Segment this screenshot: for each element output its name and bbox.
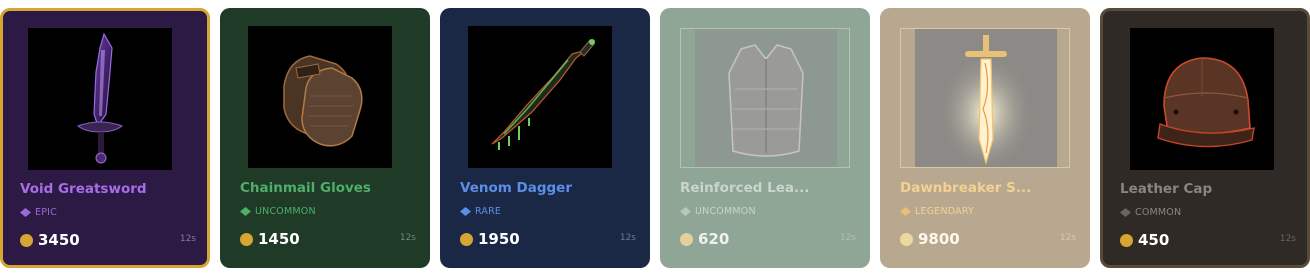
timer: 12s: [1059, 233, 1076, 243]
holy-sword-icon: [915, 29, 1057, 167]
rarity-label: UNCOMMON: [255, 206, 316, 217]
cap-icon: [1157, 57, 1255, 148]
price-value: 1950: [478, 230, 520, 248]
item-name: Reinforced Lea...: [680, 180, 810, 196]
rarity-label: COMMON: [1135, 207, 1182, 218]
item-name: Venom Dagger: [460, 180, 572, 196]
item-name: Dawnbreaker S...: [900, 180, 1032, 196]
vest-icon: [695, 29, 837, 167]
item-card-chainmail-gloves[interactable]: Chainmail Gloves UNCOMMON 1450 12s: [220, 8, 430, 268]
item-price: 1950: [460, 230, 520, 248]
item-price: 3450: [20, 231, 80, 249]
coin-icon: [460, 232, 473, 246]
greatsword-icon: [76, 32, 124, 164]
timer: 12s: [399, 233, 416, 243]
price-value: 450: [1138, 231, 1170, 249]
rarity-gem-icon: [1120, 208, 1131, 217]
rarity-gem-icon: [20, 208, 31, 217]
item-image: [900, 28, 1070, 168]
item-image: [1130, 28, 1274, 170]
timer: 12s: [179, 234, 196, 244]
item-name: Chainmail Gloves: [240, 180, 371, 196]
item-name: Void Greatsword: [20, 181, 147, 197]
rarity-gem-icon: [900, 207, 911, 216]
item-price: 9800: [900, 230, 960, 248]
timer: 12s: [839, 233, 856, 243]
price-value: 620: [698, 230, 730, 248]
coin-icon: [680, 232, 693, 246]
item-card-void-greatsword[interactable]: Void Greatsword EPIC 3450 12s: [0, 8, 210, 268]
gloves-icon: [283, 55, 363, 147]
price-value: 1450: [258, 230, 300, 248]
rarity-gem-icon: [240, 207, 251, 216]
item-card-reinforced-leather[interactable]: Reinforced Lea... UNCOMMON 620 12s: [660, 8, 870, 268]
rarity-badge: COMMON: [1120, 207, 1181, 218]
item-image: [28, 28, 172, 170]
coin-icon: [1120, 233, 1133, 247]
rarity-label: EPIC: [35, 207, 57, 218]
rarity-gem-icon: [680, 207, 691, 216]
price-value: 9800: [918, 230, 960, 248]
item-name: Leather Cap: [1120, 181, 1213, 197]
timer: 12s: [619, 233, 636, 243]
dagger-icon: [491, 39, 595, 150]
rarity-label: UNCOMMON: [695, 206, 756, 217]
item-price: 620: [680, 230, 729, 248]
rarity-badge: UNCOMMON: [680, 206, 756, 217]
rarity-badge: RARE: [460, 206, 501, 217]
rarity-badge: EPIC: [20, 207, 57, 218]
rarity-gem-icon: [460, 207, 471, 216]
timer: 12s: [1279, 234, 1296, 244]
coin-icon: [240, 232, 253, 246]
item-image: [248, 26, 392, 168]
rarity-label: LEGENDARY: [915, 206, 975, 217]
item-card-leather-cap[interactable]: Leather Cap COMMON 450 12s: [1100, 8, 1310, 268]
rarity-label: RARE: [475, 206, 502, 217]
item-image: [680, 28, 850, 168]
item-price: 1450: [240, 230, 300, 248]
rarity-badge: UNCOMMON: [240, 206, 316, 217]
item-card-dawnbreaker[interactable]: Dawnbreaker S... LEGENDARY 9800 12s: [880, 8, 1090, 268]
coin-icon: [900, 232, 913, 246]
item-card-venom-dagger[interactable]: Venom Dagger RARE 1950 12s: [440, 8, 650, 268]
shop-item-row: Void Greatsword EPIC 3450 12s Chainmail …: [0, 0, 1310, 276]
price-value: 3450: [38, 231, 80, 249]
rarity-badge: LEGENDARY: [900, 206, 974, 217]
item-image: [468, 26, 612, 168]
coin-icon: [20, 233, 33, 247]
item-price: 450: [1120, 231, 1169, 249]
